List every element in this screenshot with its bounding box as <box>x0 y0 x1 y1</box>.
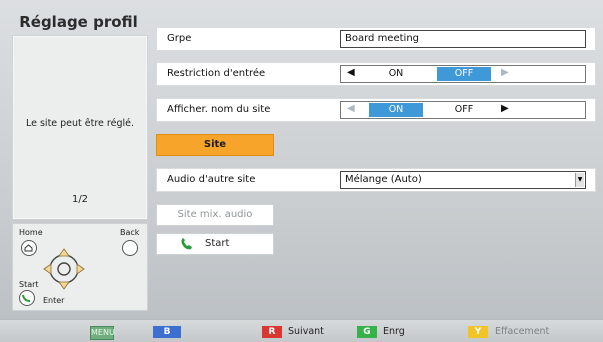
home-label: Home <box>19 228 43 237</box>
bottom-bar: MENU B R Suivant G Enrg Y Effacement <box>0 319 603 342</box>
page-indicator: 1/2 <box>71 194 89 205</box>
row-grpe: Grpe Board meeting <box>156 27 596 51</box>
arrow-right-icon[interactable]: ▶ <box>501 67 509 78</box>
back-icon <box>122 240 138 256</box>
arrow-left-icon[interactable]: ◀ <box>347 103 355 114</box>
settings-panel: Grpe Board meeting Restriction d'entrée … <box>152 10 603 310</box>
page-title: Réglage profil <box>19 13 138 31</box>
screen: Réglage profil Le site peut être réglé. … <box>0 0 603 342</box>
left-panel: Réglage profil Le site peut être réglé. … <box>8 9 148 311</box>
afficher-toggle[interactable]: ◀ ON OFF ▶ <box>340 101 586 119</box>
audio-value: Mélange (Auto) <box>345 174 422 185</box>
afficher-label: Afficher. nom du site <box>167 104 271 115</box>
row-afficher: Afficher. nom du site ◀ ON OFF ▶ <box>156 98 596 122</box>
row-audio: Audio d'autre site Mélange (Auto) ▼ <box>156 168 596 192</box>
site-mix-audio-button[interactable]: Site mix. audio <box>156 204 274 226</box>
enter-label: Enter <box>43 296 65 305</box>
yellow-key-label: Effacement <box>495 326 550 337</box>
audio-label: Audio d'autre site <box>167 174 256 185</box>
arrow-right-icon[interactable]: ▶ <box>501 103 509 114</box>
restriction-on[interactable]: ON <box>369 67 423 81</box>
green-key-label: Enrg <box>383 326 405 337</box>
dpad-icon <box>41 246 87 292</box>
home-icon <box>21 240 37 256</box>
info-text: Le site peut être réglé. <box>25 118 135 129</box>
grpe-field[interactable]: Board meeting <box>340 30 586 48</box>
green-key[interactable]: G <box>357 326 377 338</box>
grpe-value: Board meeting <box>345 33 419 44</box>
start-button-label: Start <box>205 238 230 249</box>
menu-key[interactable]: MENU <box>90 326 115 340</box>
site-button[interactable]: Site <box>156 134 274 156</box>
start-button[interactable]: Start <box>156 233 274 255</box>
red-key-label: Suivant <box>288 326 324 337</box>
start-label: Start <box>19 280 39 289</box>
arrow-left-icon[interactable]: ◀ <box>347 67 355 78</box>
grpe-label: Grpe <box>167 33 192 44</box>
back-label: Back <box>120 228 140 237</box>
start-remote-icon <box>19 290 35 306</box>
info-box: Le site peut être réglé. 1/2 <box>12 35 148 220</box>
phone-icon <box>179 237 195 259</box>
row-restriction: Restriction d'entrée ◀ ON OFF ▶ <box>156 62 596 86</box>
blue-key[interactable]: B <box>153 326 181 338</box>
afficher-off[interactable]: OFF <box>437 103 491 117</box>
red-key[interactable]: R <box>262 326 282 338</box>
dropdown-icon[interactable]: ▼ <box>575 173 584 187</box>
yellow-key[interactable]: Y <box>468 326 488 338</box>
remote-guide: Home Back Start Enter <box>12 223 148 311</box>
restriction-toggle[interactable]: ◀ ON OFF ▶ <box>340 65 586 83</box>
restriction-off[interactable]: OFF <box>437 67 491 81</box>
audio-select[interactable]: Mélange (Auto) ▼ <box>340 171 586 189</box>
afficher-on[interactable]: ON <box>369 103 423 117</box>
restriction-label: Restriction d'entrée <box>167 68 266 79</box>
